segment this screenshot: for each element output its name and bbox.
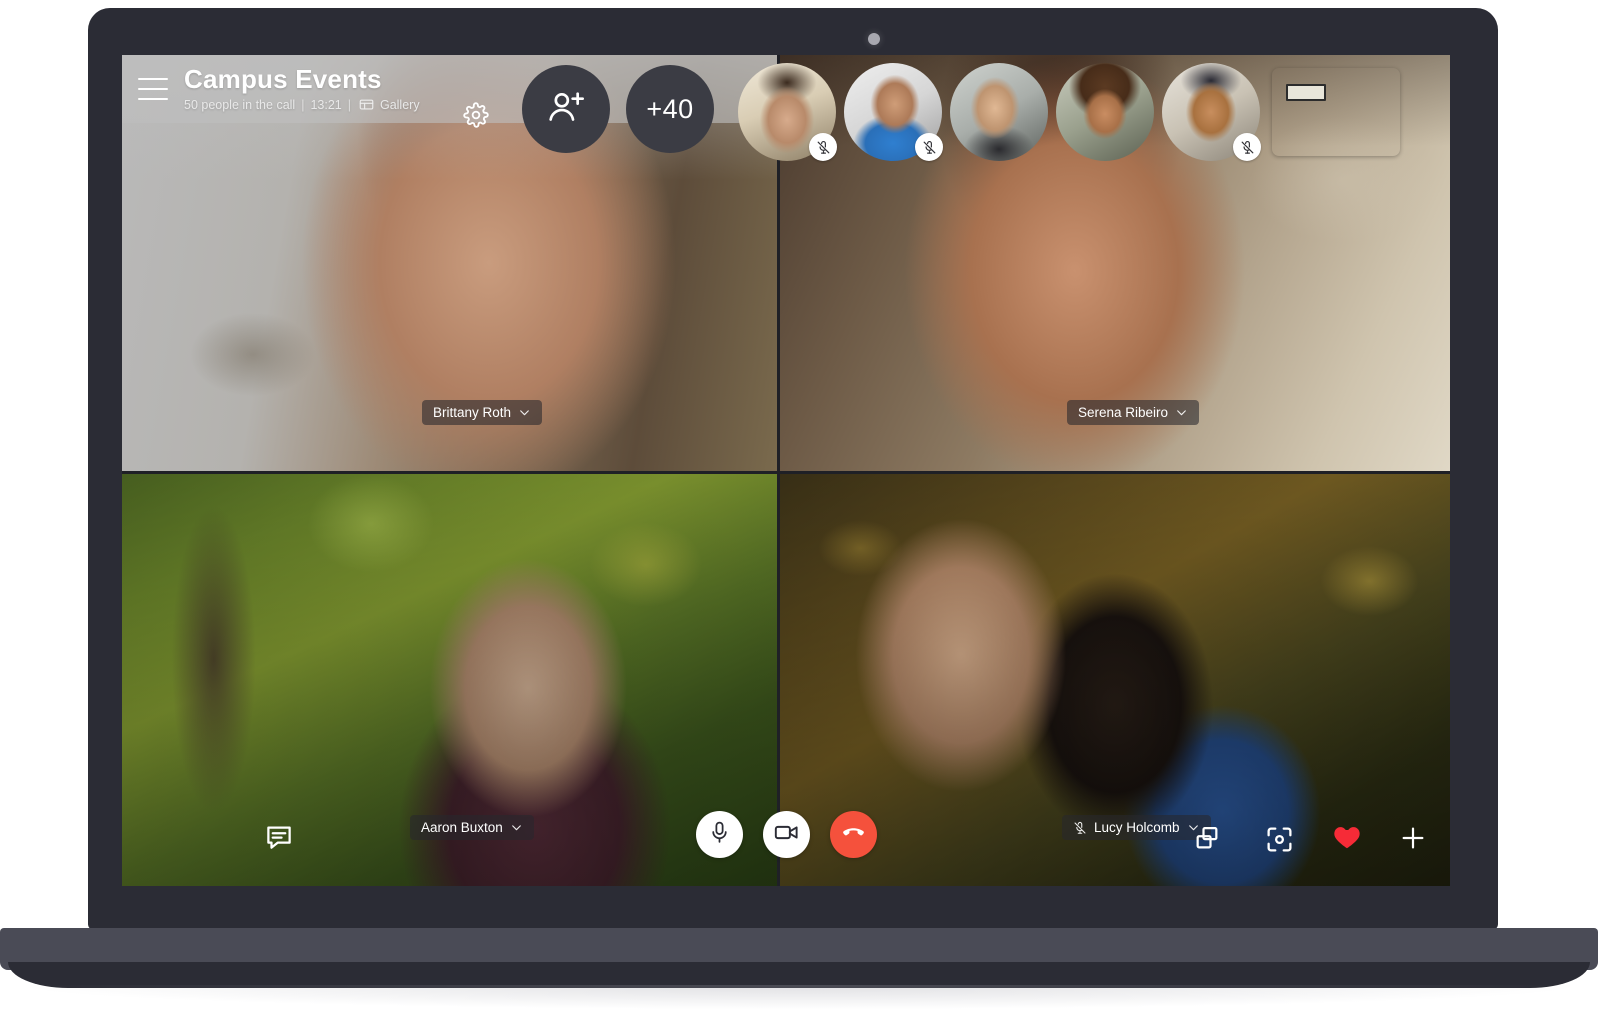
video-grid: [122, 55, 1450, 886]
call-control-bar: [122, 790, 1450, 886]
gear-icon[interactable]: [462, 101, 490, 129]
video-call-screen: Brittany Roth Serena Ribeiro Aaron Buxto…: [122, 55, 1450, 886]
participant-name-label-brittany-roth[interactable]: Brittany Roth: [422, 400, 543, 425]
screenshot-stage: Brittany Roth Serena Ribeiro Aaron Buxto…: [0, 0, 1598, 1017]
avatar-photo: [950, 63, 1048, 161]
share-screen-icon[interactable]: [1190, 821, 1224, 855]
avatar[interactable]: [950, 63, 1048, 161]
avatar[interactable]: [1162, 63, 1261, 161]
gallery-view-icon[interactable]: [359, 98, 374, 111]
overflow-count-label: +40: [646, 93, 694, 124]
avatar[interactable]: [844, 63, 943, 161]
heart-icon[interactable]: [1330, 820, 1364, 854]
participant-name-label-serena-ribeiro[interactable]: Serena Ribeiro: [1067, 400, 1200, 425]
laptop-shadow: [30, 985, 1570, 1009]
mic-muted-icon: [1233, 133, 1261, 161]
end-call-icon: [840, 819, 867, 851]
video-camera-icon: [773, 819, 800, 851]
page-title: Campus Events: [184, 64, 382, 95]
mic-muted-icon: [809, 133, 837, 161]
call-subtitle: 50 people in the call | 13:21 | Gallery: [184, 98, 420, 112]
self-view-thumbnail[interactable]: [1272, 68, 1400, 156]
chevron-down-icon: [1175, 406, 1188, 419]
subtitle-separator: |: [301, 97, 305, 112]
view-mode-label[interactable]: Gallery: [380, 98, 420, 112]
chat-bubble-icon[interactable]: [262, 820, 296, 854]
plus-icon[interactable]: [1396, 821, 1430, 855]
end-call-button[interactable]: [830, 811, 877, 858]
chevron-down-icon: [518, 406, 531, 419]
avatar[interactable]: [1056, 63, 1154, 161]
overflow-participants-button[interactable]: +40: [626, 65, 714, 153]
add-person-icon: [546, 87, 586, 132]
add-person-button[interactable]: [522, 65, 610, 153]
participant-count-text: 50 people in the call: [184, 97, 296, 112]
snapshot-icon[interactable]: [1262, 822, 1296, 856]
avatar-photo: [1056, 63, 1154, 161]
subtitle-separator-2: |: [347, 97, 351, 112]
webcam-icon: [868, 33, 880, 45]
hamburger-menu-icon[interactable]: [138, 78, 168, 100]
participant-name: Brittany Roth: [433, 405, 512, 420]
microphone-button[interactable]: [696, 811, 743, 858]
participant-name: Serena Ribeiro: [1078, 405, 1169, 420]
microphone-icon: [707, 820, 732, 850]
video-camera-button[interactable]: [763, 811, 810, 858]
participant-avatar-strip: [738, 63, 1400, 161]
call-title-block: Campus Events 50 people in the call | 13…: [184, 64, 420, 112]
mic-muted-icon: [915, 133, 943, 161]
avatar[interactable]: [738, 63, 837, 161]
call-timer: 13:21: [310, 97, 342, 112]
